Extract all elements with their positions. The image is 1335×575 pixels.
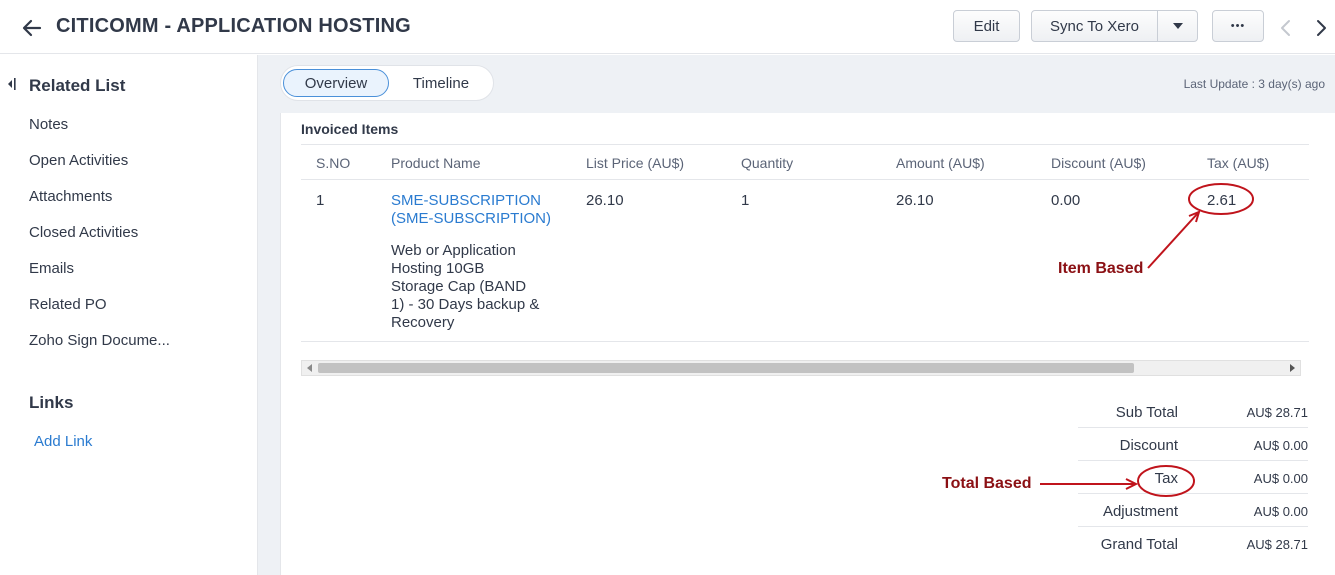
table-header: S.NO Product Name List Price (AU$) Quant… <box>301 144 1309 180</box>
item-based-label: Item Based <box>1058 260 1144 277</box>
next-record-icon[interactable] <box>1313 18 1329 38</box>
more-actions-button[interactable]: ••• <box>1212 10 1264 42</box>
discount-label: Discount <box>1119 437 1178 454</box>
product-description: Web or Application Hosting 10GB Storage … <box>391 242 540 331</box>
collapse-sidebar-icon[interactable] <box>6 77 18 91</box>
tax-label: Tax <box>1154 470 1178 487</box>
tab-overview[interactable]: Overview <box>283 69 389 97</box>
more-dots-icon: ••• <box>1230 20 1246 32</box>
cell-discount: 0.00 <box>1051 192 1081 209</box>
record-title: CITICOMM - APPLICATION HOSTING <box>56 15 411 37</box>
grand-total-label: Grand Total <box>1100 536 1178 553</box>
sync-to-xero-button[interactable]: Sync To Xero <box>1031 10 1158 42</box>
sidebar-item-related-po[interactable]: Related PO <box>29 296 107 313</box>
cell-tax: 2.61 <box>1207 192 1237 209</box>
adjustment-value: AU$ 0.00 <box>1253 504 1308 519</box>
sidebar-item-zoho-sign[interactable]: Zoho Sign Docume... <box>29 332 170 349</box>
previous-record-icon[interactable] <box>1278 18 1294 38</box>
sub-total-label: Sub Total <box>1115 404 1178 421</box>
column-header-tax: Tax (AU$) <box>1207 155 1270 171</box>
totals-row-tax: Tax AU$ 0.00 <box>1078 461 1308 494</box>
column-header-list-price: List Price (AU$) <box>586 155 685 171</box>
tab-timeline[interactable]: Timeline <box>391 69 491 97</box>
invoiced-items-title: Invoiced Items <box>301 121 399 137</box>
cell-sno: 1 <box>316 192 325 209</box>
totals-row-sub-total: Sub Total AU$ 28.71 <box>1078 395 1308 428</box>
view-tabs: Overview Timeline <box>280 65 494 101</box>
related-list-sidebar: Related List Notes Open Activities Attac… <box>0 55 258 575</box>
product-name-link[interactable]: SME-SUBSCRIPTION (SME-SUBSCRIPTION) <box>391 192 561 228</box>
sidebar-item-open-activities[interactable]: Open Activities <box>29 152 128 169</box>
totals-row-adjustment: Adjustment AU$ 0.00 <box>1078 494 1308 527</box>
cell-list-price: 26.10 <box>586 192 624 209</box>
total-based-label: Total Based <box>942 475 1032 492</box>
scroll-right-icon[interactable] <box>1288 364 1296 372</box>
sidebar-item-attachments[interactable]: Attachments <box>29 188 112 205</box>
sidebar-item-emails[interactable]: Emails <box>29 260 74 277</box>
column-header-discount: Discount (AU$) <box>1051 155 1146 171</box>
totals-row-discount: Discount AU$ 0.00 <box>1078 428 1308 461</box>
scrollbar-thumb[interactable] <box>318 363 1134 373</box>
edit-button[interactable]: Edit <box>953 10 1020 42</box>
grand-total-value: AU$ 28.71 <box>1246 537 1308 552</box>
links-heading: Links <box>29 393 74 412</box>
discount-value: AU$ 0.00 <box>1253 438 1308 453</box>
totals-summary: Sub Total AU$ 28.71 Discount AU$ 0.00 Ta… <box>1078 395 1308 560</box>
cell-amount: 26.10 <box>896 192 934 209</box>
sub-total-value: AU$ 28.71 <box>1246 405 1308 420</box>
table-row: 1 SME-SUBSCRIPTION (SME-SUBSCRIPTION) We… <box>301 180 1309 342</box>
main-content: Overview Timeline Last Update : 3 day(s)… <box>258 55 1335 575</box>
column-header-product-name: Product Name <box>391 155 481 171</box>
scroll-left-icon[interactable] <box>306 364 314 372</box>
cell-quantity: 1 <box>741 192 750 209</box>
horizontal-scrollbar[interactable] <box>301 360 1301 376</box>
sync-dropdown-button[interactable] <box>1157 10 1198 42</box>
record-header: CITICOMM - APPLICATION HOSTING Edit Sync… <box>0 0 1335 54</box>
sidebar-item-notes[interactable]: Notes <box>29 116 68 133</box>
caret-down-icon <box>1172 23 1183 29</box>
adjustment-label: Adjustment <box>1102 503 1178 520</box>
column-header-quantity: Quantity <box>741 155 794 171</box>
add-link[interactable]: Add Link <box>34 433 92 450</box>
totals-row-grand-total: Grand Total AU$ 28.71 <box>1078 527 1308 560</box>
column-header-amount: Amount (AU$) <box>896 155 985 171</box>
back-arrow-icon[interactable] <box>20 16 44 40</box>
column-header-sno: S.NO <box>316 155 351 171</box>
last-update-text: Last Update : 3 day(s) ago <box>1183 77 1325 91</box>
sidebar-item-closed-activities[interactable]: Closed Activities <box>29 224 138 241</box>
invoiced-items-card: Invoiced Items S.NO Product Name List Pr… <box>280 113 1335 575</box>
tax-value: AU$ 0.00 <box>1253 471 1308 486</box>
related-list-heading: Related List <box>29 76 126 95</box>
